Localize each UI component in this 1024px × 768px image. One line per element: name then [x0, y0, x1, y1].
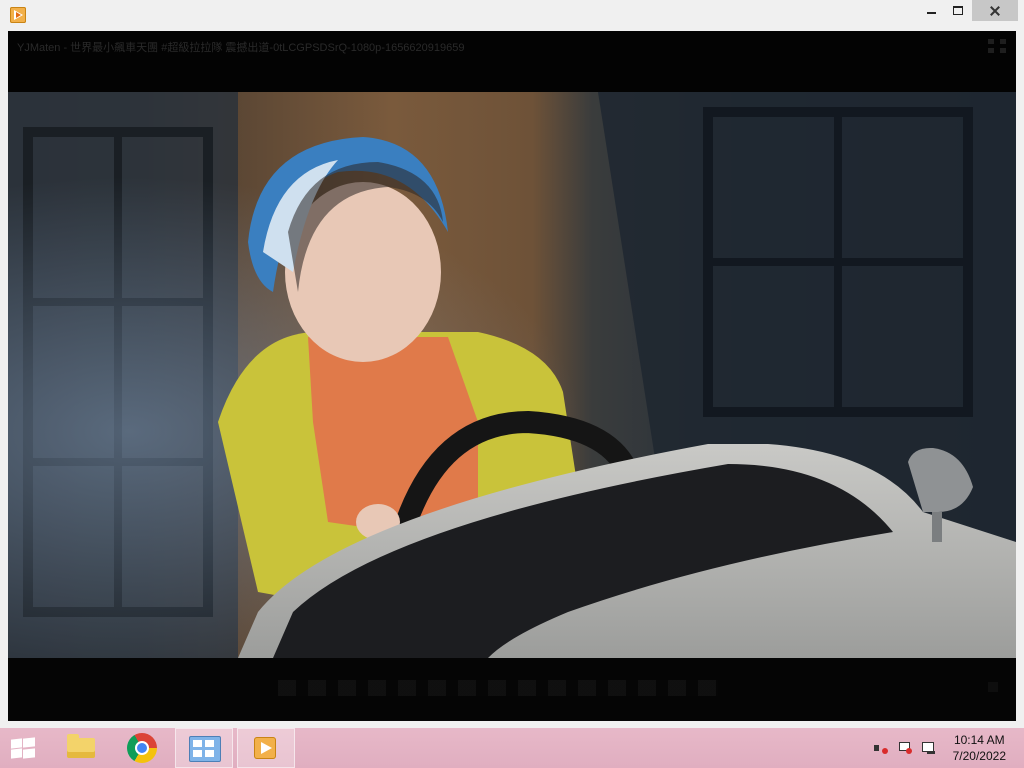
video-frame[interactable]: [8, 92, 1016, 658]
network-icon[interactable]: [922, 741, 936, 755]
minimize-button[interactable]: [918, 0, 945, 21]
clock-time: 10:14 AM: [953, 733, 1005, 747]
chrome-icon: [127, 733, 157, 763]
control-panel-icon: [189, 736, 221, 762]
taskbar-control-panel[interactable]: [175, 728, 233, 768]
maximize-button[interactable]: [945, 0, 972, 21]
video-scene: [8, 92, 1016, 658]
player-window: YJMaten - 世界最小飆車天團 #超級拉拉隊 震撼出道-0tLCGPSDS…: [0, 0, 1024, 728]
taskbar-video-player[interactable]: [237, 728, 295, 768]
taskbar: 10:14 AM 7/20/2022: [0, 728, 1024, 768]
settings-icon[interactable]: [988, 682, 998, 692]
player-icon: [254, 737, 276, 759]
windows-logo-icon: [11, 738, 22, 749]
taskbar-chrome[interactable]: [113, 728, 171, 768]
close-button[interactable]: [972, 0, 1018, 21]
folder-icon: [67, 734, 95, 758]
control-bar[interactable]: [278, 680, 718, 696]
player-header: YJMaten - 世界最小飆車天團 #超級拉拉隊 震撼出道-0tLCGPSDS…: [8, 31, 1016, 92]
speaker-muted-icon[interactable]: [874, 741, 888, 755]
clock-date: 7/20/2022: [952, 749, 1006, 763]
fullscreen-icon[interactable]: [988, 39, 1006, 53]
start-button[interactable]: [0, 728, 48, 768]
action-center-flag-icon[interactable]: [898, 741, 912, 755]
video-title: YJMaten - 世界最小飆車天團 #超級拉拉隊 震撼出道-0tLCGPSDS…: [17, 42, 465, 54]
video-player[interactable]: YJMaten - 世界最小飆車天團 #超級拉拉隊 震撼出道-0tLCGPSDS…: [8, 31, 1016, 721]
app-icon[interactable]: [10, 7, 26, 23]
title-bar[interactable]: [0, 0, 1024, 31]
clock[interactable]: 10:14 AM 7/20/2022: [953, 732, 1006, 764]
taskbar-file-explorer[interactable]: [51, 728, 109, 768]
player-controls[interactable]: [8, 658, 1016, 721]
